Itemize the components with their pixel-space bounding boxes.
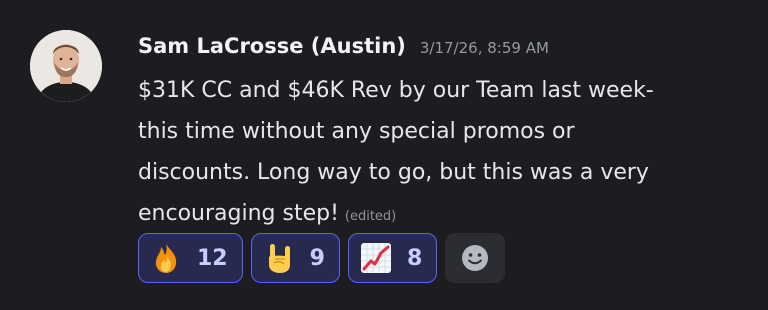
- message-content: $31K CC and $46K Rev by our Team last we…: [138, 70, 738, 237]
- author-name[interactable]: Sam LaCrosse (Austin): [138, 34, 406, 58]
- message-line: $31K CC and $46K Rev by our Team last we…: [138, 78, 654, 103]
- reaction-fire[interactable]: 12: [138, 233, 243, 283]
- message-line-last: encouraging step! (edited): [138, 193, 738, 237]
- chart-increasing-emoji-icon: [360, 243, 391, 273]
- edited-label: (edited): [344, 209, 397, 224]
- message-line: discounts. Long way to go, but this was …: [138, 160, 649, 185]
- reaction-count: 9: [309, 245, 325, 271]
- message-timestamp[interactable]: 3/17/26, 8:59 AM: [420, 39, 549, 57]
- reactions-bar: 12 9 8: [138, 233, 506, 283]
- smiley-face-icon: [462, 245, 489, 271]
- previous-message-edge: [0, 0, 768, 6]
- reaction-chart[interactable]: 8: [347, 233, 438, 283]
- message-view: Sam LaCrosse (Austin) 3/17/26, 8:59 AM $…: [0, 0, 768, 310]
- reaction-count: 8: [406, 245, 423, 271]
- sign-of-the-horns-emoji-icon: [268, 244, 290, 273]
- message-line-text: encouraging step!: [138, 201, 339, 226]
- message-line: this time without any special promos or: [138, 119, 575, 144]
- add-reaction-button[interactable]: [445, 233, 506, 283]
- avatar[interactable]: [30, 30, 102, 102]
- reaction-count: 12: [197, 245, 228, 271]
- fire-emoji-icon: [155, 243, 177, 273]
- message-header: Sam LaCrosse (Austin) 3/17/26, 8:59 AM: [138, 34, 549, 58]
- reaction-horns[interactable]: 9: [250, 233, 340, 283]
- user-portrait-icon: [30, 30, 102, 102]
